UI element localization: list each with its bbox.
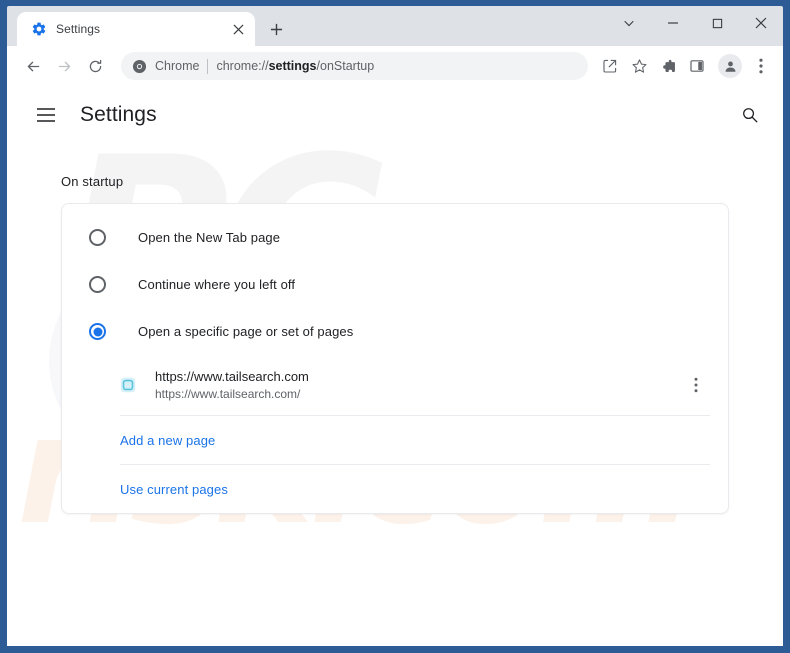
chrome-logo-icon	[132, 59, 147, 73]
maximize-icon	[712, 18, 722, 28]
hamburger-menu-icon	[37, 107, 55, 122]
omnibox-url-text: chrome://settings/onStartup	[216, 59, 374, 73]
startup-option-new-tab[interactable]: Open the New Tab page	[62, 214, 728, 261]
extensions-puzzle-icon	[662, 59, 675, 72]
add-new-page-link[interactable]: Add a new page	[120, 433, 215, 448]
url-bold-segment: settings	[268, 59, 317, 73]
close-button[interactable]	[739, 7, 783, 39]
startup-page-title: https://www.tailsearch.com	[155, 368, 309, 384]
minimize-button[interactable]	[651, 7, 695, 39]
browser-toolbar: Chrome chrome://settings/onStartup	[7, 46, 783, 86]
side-panel-icon[interactable]	[683, 52, 711, 80]
startup-option-label: Open a specific page or set of pages	[138, 324, 354, 339]
profile-avatar-icon[interactable]	[718, 54, 742, 78]
settings-header: Settings	[7, 86, 783, 143]
search-settings-button[interactable]	[735, 100, 765, 130]
arrow-right-icon	[58, 61, 70, 71]
omnibox-separator	[207, 58, 209, 74]
settings-gear-icon	[32, 22, 46, 36]
profile-avatar-icon	[725, 61, 735, 72]
section-heading-on-startup: On startup	[61, 174, 124, 189]
tailsearch-favicon	[120, 377, 136, 393]
startup-page-row: https://www.tailsearch.com https://www.t…	[62, 355, 728, 415]
use-current-pages-link[interactable]: Use current pages	[120, 482, 228, 497]
url-suffix: /onStartup	[316, 59, 375, 73]
startup-option-continue[interactable]: Continue where you left off	[62, 261, 728, 308]
bookmark-star-icon	[632, 58, 646, 73]
reload-icon	[89, 59, 101, 72]
search-icon	[743, 107, 758, 122]
page-title: Settings	[80, 102, 157, 126]
extensions-puzzle-icon[interactable]	[654, 52, 682, 80]
reload-button[interactable]	[80, 51, 110, 81]
tab-search-button[interactable]	[607, 7, 651, 39]
on-startup-card: Open the New Tab page Continue where you…	[61, 203, 729, 514]
settings-page: PC risk.com Settings On startup	[7, 86, 783, 646]
window-controls	[607, 6, 783, 40]
share-icon[interactable]	[596, 52, 624, 80]
maximize-button[interactable]	[695, 7, 739, 39]
new-tab-button[interactable]	[262, 15, 290, 43]
startup-option-label: Open the New Tab page	[138, 230, 281, 245]
startup-option-specific-pages[interactable]: Open a specific page or set of pages	[62, 308, 728, 355]
more-vertical-icon	[694, 377, 698, 393]
browser-tab-settings[interactable]: Settings	[17, 12, 255, 46]
minimize-icon	[668, 22, 678, 24]
chevron-down-icon	[624, 20, 634, 27]
omnibox-brand-label: Chrome	[155, 59, 200, 73]
radio-button-selected[interactable]	[89, 323, 106, 340]
startup-page-text: https://www.tailsearch.com https://www.t…	[155, 368, 682, 403]
address-bar[interactable]: Chrome chrome://settings/onStartup	[121, 52, 588, 80]
radio-button[interactable]	[89, 229, 106, 246]
url-prefix: chrome://	[216, 59, 269, 73]
chrome-menu-dots-icon[interactable]	[747, 52, 775, 80]
forward-button[interactable]	[49, 51, 79, 81]
back-button[interactable]	[18, 51, 48, 81]
arrow-left-icon	[27, 61, 39, 71]
side-panel-icon	[690, 60, 704, 72]
more-vertical-icon	[759, 58, 763, 74]
settings-content: On startup Open the New Tab page Continu…	[7, 143, 783, 514]
tab-title: Settings	[56, 22, 101, 36]
add-new-page-row[interactable]: Add a new page	[62, 416, 728, 464]
share-icon	[603, 59, 617, 73]
hamburger-menu-icon[interactable]	[31, 100, 61, 130]
startup-page-menu-button[interactable]	[682, 371, 710, 399]
browser-window: Settings Chrome chrome://settings/onStar…	[0, 0, 790, 653]
plus-icon	[270, 23, 282, 35]
use-current-pages-row[interactable]: Use current pages	[62, 465, 728, 513]
tab-close-button[interactable]	[229, 20, 247, 38]
close-icon	[755, 17, 767, 29]
startup-page-url: https://www.tailsearch.com/	[155, 386, 301, 401]
bookmark-star-icon[interactable]	[625, 52, 653, 80]
close-icon	[232, 23, 244, 35]
startup-option-label: Continue where you left off	[138, 277, 296, 292]
radio-button[interactable]	[89, 276, 106, 293]
